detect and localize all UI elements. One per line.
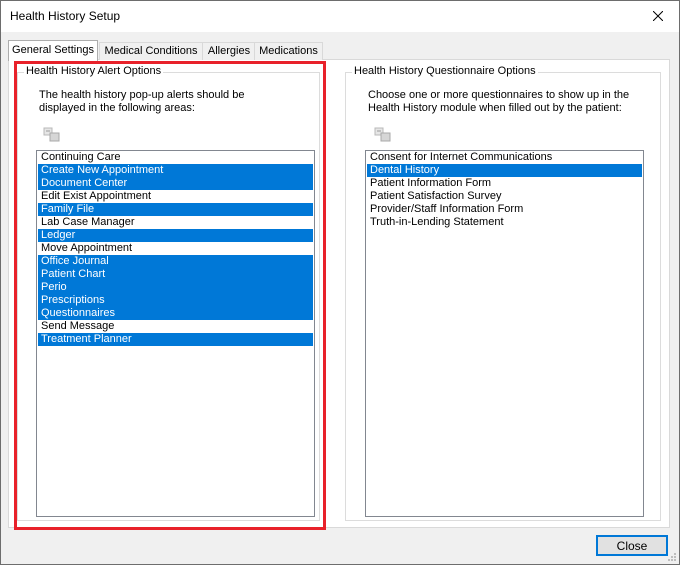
alert-options-description-line1: The health history pop-up alerts should …	[39, 89, 245, 101]
close-button[interactable]: Close	[596, 535, 668, 556]
list-item[interactable]: Prescriptions	[38, 294, 313, 307]
list-item[interactable]: Questionnaires	[38, 307, 313, 320]
tab-medical-conditions[interactable]: Medical Conditions	[99, 42, 203, 60]
list-item[interactable]: Dental History	[367, 164, 642, 177]
questionnaire-options-title: Health History Questionnaire Options	[352, 65, 538, 77]
list-item[interactable]: Document Center	[38, 177, 313, 190]
list-item[interactable]: Treatment Planner	[38, 333, 313, 346]
list-item[interactable]: Edit Exist Appointment	[38, 190, 313, 203]
alert-select-all-icon[interactable]	[43, 127, 61, 143]
list-item[interactable]: Perio	[38, 281, 313, 294]
tab-general-settings[interactable]: General Settings	[8, 40, 98, 61]
alert-areas-listbox[interactable]: Continuing Care Create New Appointment Doc…	[36, 150, 315, 517]
general-settings-panel: Health History Alert Options The health …	[8, 59, 670, 528]
title-bar: Health History Setup	[1, 1, 679, 32]
list-item[interactable]: Send Message	[38, 320, 313, 333]
tab-allergies[interactable]: Allergies	[202, 42, 256, 60]
list-item[interactable]: Create New Appointment	[38, 164, 313, 177]
list-item[interactable]: Office Journal	[38, 255, 313, 268]
list-item[interactable]: Continuing Care	[38, 151, 313, 164]
window-close-button[interactable]	[641, 4, 675, 28]
list-item[interactable]: Patient Chart	[38, 268, 313, 281]
questionnaires-listbox[interactable]: Consent for Internet Communications Denta…	[365, 150, 644, 517]
list-item[interactable]: Family File	[38, 203, 313, 216]
questionnaire-options-description: Choose one or more questionnaires to sho…	[368, 89, 629, 115]
alert-options-description: The health history pop-up alerts should …	[39, 89, 244, 115]
list-item[interactable]: Move Appointment	[38, 242, 313, 255]
window-title: Health History Setup	[10, 9, 121, 23]
alert-options-group: Health History Alert Options The health …	[17, 65, 320, 521]
list-item[interactable]: Truth-in-Lending Statement	[367, 216, 642, 229]
questionnaire-options-group: Health History Questionnaire Options Cho…	[345, 65, 661, 521]
alert-options-description-line2: displayed in the following areas:	[39, 102, 195, 114]
list-item[interactable]: Provider/Staff Information Form	[367, 203, 642, 216]
list-item[interactable]: Patient Satisfaction Survey	[367, 190, 642, 203]
close-icon	[653, 11, 663, 21]
list-item[interactable]: Ledger	[38, 229, 313, 242]
tab-medications[interactable]: Medications	[254, 42, 323, 60]
questionnaire-options-description-line2: Health History module when filled out by…	[368, 102, 622, 114]
list-item[interactable]: Consent for Internet Communications	[367, 151, 642, 164]
list-item[interactable]: Lab Case Manager	[38, 216, 313, 229]
list-item[interactable]: Patient Information Form	[367, 177, 642, 190]
questionnaire-select-all-icon[interactable]	[374, 127, 392, 143]
questionnaire-options-description-line1: Choose one or more questionnaires to sho…	[368, 89, 630, 101]
resize-grip-icon[interactable]	[667, 552, 677, 562]
alert-options-title: Health History Alert Options	[24, 65, 164, 77]
